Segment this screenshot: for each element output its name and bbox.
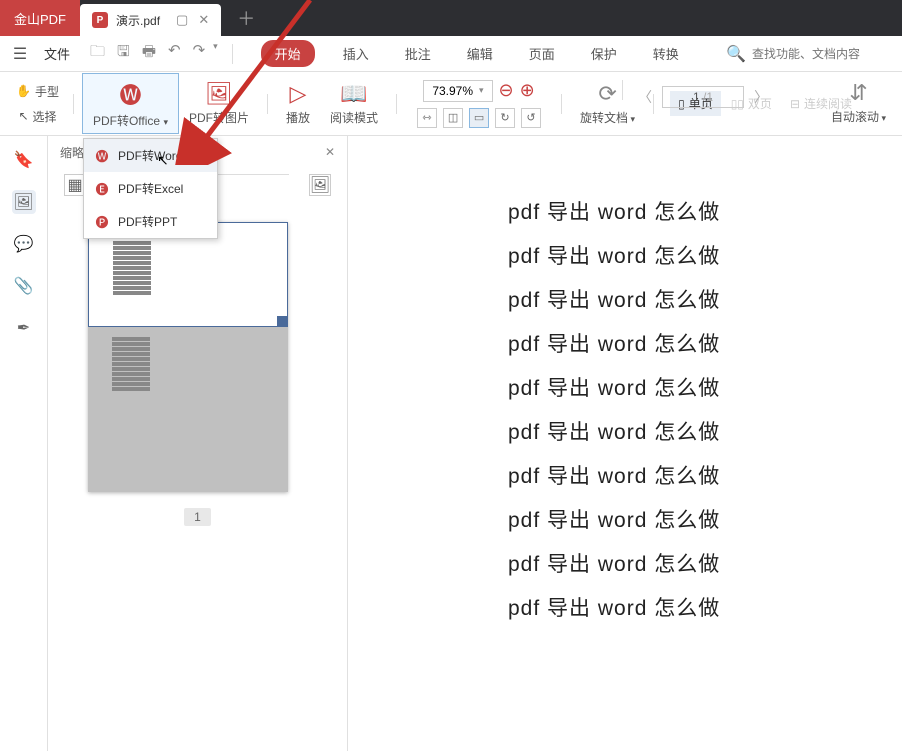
rotate-cw-icon[interactable]: ↻ (495, 108, 515, 128)
pdf-to-office-dropdown: 🅦 PDF转Word 🅔 PDF转Excel 🅟 PDF转PPT (83, 138, 218, 239)
qat-more-icon[interactable]: ▾ (213, 41, 218, 66)
auto-scroll-button[interactable]: ⇵ 自动滚动 ▾ (821, 76, 896, 129)
file-menu[interactable]: 文件 (36, 40, 78, 67)
excel-icon: 🅔 (94, 181, 110, 197)
document-text-line: pdf 导出 word 怎么做 (508, 240, 852, 270)
document-tab[interactable]: P 演示.pdf ▢ ✕ (80, 4, 221, 36)
open-folder-icon[interactable]: 🗀 (90, 41, 105, 66)
continuous-icon: ⊟ (790, 97, 800, 111)
tab-annotate[interactable]: 批注 (397, 40, 439, 67)
divider (73, 94, 74, 114)
ppt-icon: 🅟 (94, 214, 110, 230)
page-next-icon[interactable]: 〉 (744, 87, 778, 107)
tab-edit[interactable]: 编辑 (459, 40, 501, 67)
hamburger-icon[interactable]: ☰ (10, 44, 30, 64)
attachments-icon[interactable]: 📎 (12, 274, 36, 298)
divider (396, 94, 397, 114)
menubar: ☰ 文件 🗀 🖫 🖶 ↶ ↷ ▾ 开始 插入 批注 编辑 页面 保护 转换 🔍 (0, 36, 902, 72)
select-tool-button[interactable]: ↖选择 (12, 105, 62, 128)
chevron-down-icon: ▾ (479, 85, 484, 96)
rotate-document-icon: ⟳ (598, 81, 616, 107)
document-text-line: pdf 导出 word 怎么做 (508, 548, 852, 578)
app-name: 金山PDF (0, 0, 80, 36)
tab-restore-icon[interactable]: ▢ (176, 12, 188, 28)
page-number-box[interactable]: 1 /1 (662, 86, 744, 108)
print-icon[interactable]: 🖶 (142, 41, 156, 66)
tab-close-icon[interactable]: ✕ (198, 12, 209, 28)
dropdown-item-excel[interactable]: 🅔 PDF转Excel (84, 172, 217, 205)
panel-close-icon[interactable]: ✕ (325, 145, 335, 159)
bookmark-icon[interactable]: 🔖 (12, 148, 36, 172)
comments-icon[interactable]: 💬 (12, 232, 36, 256)
thumbnail-page[interactable] (88, 222, 288, 492)
toolbar: ✋手型 ↖选择 🅦 PDF转Office ▾ 🖼 PDF转图片 ▷ 播放 📖 阅… (0, 72, 902, 136)
thumbnail-page-number: 1 (88, 510, 307, 524)
signature-icon[interactable]: ✒ (12, 316, 36, 340)
divider (267, 94, 268, 114)
chevron-down-icon: ▾ (879, 113, 886, 123)
search-box[interactable]: 🔍 (726, 44, 892, 64)
pdf-to-image-button[interactable]: 🖼 PDF转图片 (179, 77, 259, 130)
word-icon: 🅦 (94, 148, 110, 164)
chevron-down-icon: ▾ (163, 117, 168, 127)
hand-tool-button[interactable]: ✋手型 (10, 80, 65, 103)
auto-scroll-icon: ⇵ (849, 80, 867, 106)
marquee-icon[interactable]: ▭ (469, 108, 489, 128)
image-convert-icon: 🖼 (205, 81, 233, 107)
dropdown-item-word[interactable]: 🅦 PDF转Word (84, 139, 217, 172)
save-icon[interactable]: 🖫 (117, 41, 130, 66)
tab-insert[interactable]: 插入 (335, 40, 377, 67)
rotate-ccw-icon[interactable]: ↺ (521, 108, 541, 128)
thumbnails-icon[interactable]: 🖼 (12, 190, 36, 214)
document-text-line: pdf 导出 word 怎么做 (508, 196, 852, 226)
search-icon: 🔍 (726, 44, 746, 64)
pdf-file-icon: P (92, 12, 108, 28)
play-button[interactable]: ▷ 播放 (276, 77, 320, 130)
thumbnail-title: 缩略 (60, 144, 84, 161)
play-icon: ▷ (290, 81, 307, 107)
pdf-to-office-button[interactable]: 🅦 PDF转Office ▾ (82, 73, 179, 134)
titlebar: 金山PDF P 演示.pdf ▢ ✕ ＋ (0, 0, 902, 36)
document-viewport[interactable]: pdf 导出 word 怎么做 pdf 导出 word 怎么做 pdf 导出 wor… (348, 136, 902, 751)
hand-icon: ✋ (16, 84, 31, 98)
divider (561, 94, 562, 114)
dropdown-item-ppt[interactable]: 🅟 PDF转PPT (84, 205, 217, 238)
page-prev-icon[interactable]: 〈 (628, 87, 662, 107)
zoom-out-icon[interactable]: ⊖ (499, 80, 514, 101)
document-text-line: pdf 导出 word 怎么做 (508, 416, 852, 446)
left-rail: 🔖 🖼 💬 📎 ✒ (0, 136, 48, 751)
read-mode-button[interactable]: 📖 阅读模式 (320, 77, 388, 130)
zoom-value-box[interactable]: 73.97%▾ (423, 80, 492, 102)
cursor-icon: ↖ (18, 109, 28, 123)
crop-icon[interactable]: ◫ (443, 108, 463, 128)
word-convert-icon: 🅦 (119, 78, 141, 110)
tab-title: 演示.pdf (116, 12, 160, 29)
new-tab-button[interactable]: ＋ (221, 0, 271, 36)
tab-page[interactable]: 页面 (521, 40, 563, 67)
document-text-line: pdf 导出 word 怎么做 (508, 592, 852, 622)
tab-start[interactable]: 开始 (261, 40, 315, 67)
thumb-add-icon[interactable]: 🖼 (309, 174, 331, 196)
fit-width-icon[interactable]: ⇿ (417, 108, 437, 128)
undo-icon[interactable]: ↶ (168, 41, 181, 66)
divider (622, 80, 623, 100)
book-icon: 📖 (340, 81, 367, 107)
chevron-down-icon: ▾ (628, 114, 635, 124)
tab-convert[interactable]: 转换 (645, 40, 687, 67)
document-text-line: pdf 导出 word 怎么做 (508, 504, 852, 534)
zoom-in-icon[interactable]: ⊕ (520, 80, 535, 101)
document-text-line: pdf 导出 word 怎么做 (508, 460, 852, 490)
redo-icon[interactable]: ↷ (193, 41, 206, 66)
search-input[interactable] (752, 47, 892, 61)
document-text-line: pdf 导出 word 怎么做 (508, 372, 852, 402)
tab-protect[interactable]: 保护 (583, 40, 625, 67)
divider (232, 44, 233, 64)
document-text-line: pdf 导出 word 怎么做 (508, 284, 852, 314)
document-text-line: pdf 导出 word 怎么做 (508, 328, 852, 358)
selection-handle (277, 316, 287, 326)
ribbon-tabs: 开始 插入 批注 编辑 页面 保护 转换 (261, 40, 687, 67)
